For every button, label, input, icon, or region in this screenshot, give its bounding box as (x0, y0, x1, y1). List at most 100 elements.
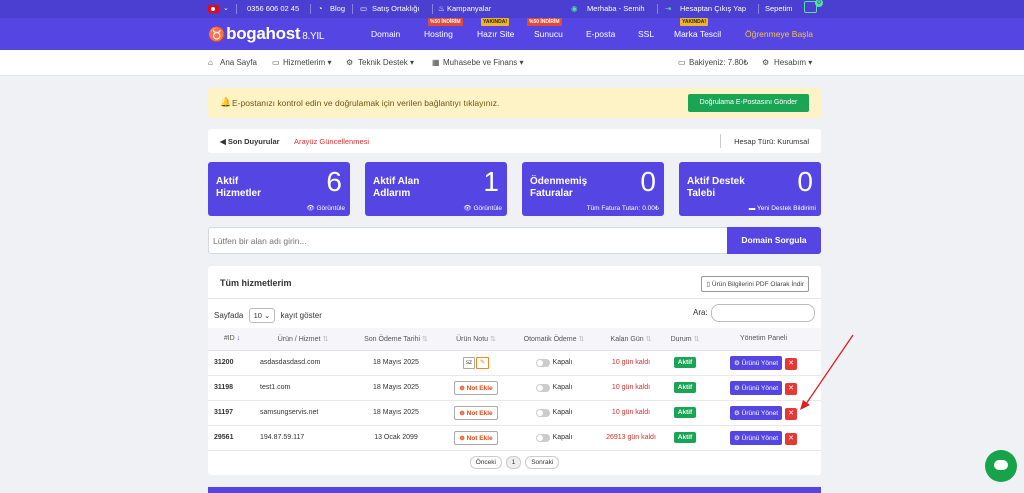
delete-icon[interactable]: ✕ (785, 407, 798, 420)
live-chat-button[interactable] (985, 450, 1017, 482)
ticket-icon: ▬ (748, 205, 757, 212)
brand-logo[interactable]: ♉bogahost 8.YIL (208, 24, 324, 44)
nav-ready-site[interactable]: Hazır Site (477, 29, 514, 39)
edit-icon[interactable]: ✎ (476, 356, 489, 369)
row-status: Aktif (664, 400, 706, 426)
card-footer-link[interactable]: 👁 Görüntüle (306, 204, 345, 212)
row-id: 31198 (208, 375, 256, 401)
col-note[interactable]: Ürün Notu ⇅ (442, 328, 510, 351)
add-note-button[interactable]: ⊕ Not Ekle (454, 430, 498, 445)
footer-edge (208, 487, 821, 493)
sort-icon: ⇅ (489, 335, 496, 343)
auto-pay-toggle[interactable] (535, 383, 550, 392)
card-number: 0 (640, 166, 656, 197)
phone-number[interactable]: 0356 606 02 45 (247, 4, 299, 13)
services-panel: Tüm hizmetlerim ▯ Ürün Bilgilerini PDF O… (208, 266, 821, 475)
blog-link[interactable]: Blog (330, 4, 345, 13)
affiliate-link[interactable]: Satış Ortaklığı (372, 4, 420, 13)
next-page-button[interactable]: Sonraki (525, 456, 560, 469)
nav-ssl[interactable]: SSL (638, 29, 654, 39)
logout-link[interactable]: Hesaptan Çıkış Yap (680, 4, 746, 13)
col-status-label: Durum (670, 335, 692, 343)
add-note-label: Not Ekle (466, 409, 493, 417)
col-auto-pay[interactable]: Otomatik Ödeme ⇅ (510, 328, 598, 351)
table-search-input[interactable] (711, 304, 815, 322)
sort-icon: ⇅ (578, 335, 585, 343)
sort-icon: ⇅ (421, 335, 428, 343)
turkey-flag-icon[interactable] (208, 5, 219, 13)
row-product: asdasdasdasd.com (256, 350, 350, 376)
divider (657, 4, 658, 14)
col-manage-label: Yönetim Paneli (739, 335, 788, 343)
card-footer-link[interactable]: 👁 Görüntüle (463, 204, 502, 212)
col-id-label: #ID (223, 335, 235, 343)
announcement-link[interactable]: Arayüz Güncellenmesi (294, 137, 369, 146)
page-size-select[interactable]: 10 ⌄ (248, 308, 276, 323)
services-label: Hizmetlerim (283, 58, 326, 67)
page-size-control: Sayfada 10 ⌄ kayıt göster (214, 308, 322, 323)
balance-link[interactable]: Bakiyeniz: 7.80₺ (689, 58, 748, 67)
plus-circle-icon: ⊕ (459, 434, 467, 442)
support-icon: ⚙ (346, 58, 354, 67)
manage-product-button[interactable]: ⚙ Ürünü Yönet (729, 430, 783, 445)
col-manage: Yönetim Paneli (706, 328, 821, 351)
chevron-down-icon[interactable]: ⌄ (223, 4, 229, 12)
divider (758, 4, 759, 14)
rss-icon: ◔ (318, 4, 323, 13)
nav-hosting[interactable]: Hosting (424, 29, 453, 39)
divider (236, 4, 237, 14)
status-badge: Aktif (673, 382, 697, 393)
discount-badge: %50 İNDİRİM (428, 18, 463, 26)
nav-email[interactable]: E-posta (586, 29, 615, 39)
auto-pay-label: Kapalı (552, 409, 573, 417)
cart-link[interactable]: Sepetim (765, 4, 793, 13)
support-tickets-card[interactable]: Aktif Destek Talebi 0 ▬ Yeni Destek Bild… (679, 162, 821, 216)
sort-icon: ⇅ (693, 335, 700, 343)
page-number-button[interactable]: 1 (505, 456, 522, 469)
home-link[interactable]: Ana Sayfa (220, 58, 257, 67)
col-id[interactable]: #ID ↓ (208, 328, 256, 351)
unpaid-invoices-card[interactable]: Ödenmemiş Faturalar 0 Tüm Fatura Tutarı:… (522, 162, 664, 216)
nav-learn[interactable]: Öğrenmeye Başla (745, 29, 813, 39)
col-product[interactable]: Ürün / Hizmet ⇅ (256, 328, 350, 351)
nav-trademark[interactable]: Marka Tescil (674, 29, 721, 39)
nav-server[interactable]: Sunucu (534, 29, 563, 39)
auto-pay-label: Kapalı (552, 384, 573, 392)
prev-page-button[interactable]: Önceki (469, 456, 502, 469)
card-footer-link[interactable]: ▬ Yeni Destek Bildirimi (749, 205, 816, 212)
col-status[interactable]: Durum ⇅ (664, 328, 706, 351)
eye-icon: 👁 (306, 205, 317, 212)
manage-product-button[interactable]: ⚙ Ürünü Yönet (729, 355, 783, 370)
delete-icon[interactable]: ✕ (785, 382, 798, 395)
row-product: samsungservis.net (256, 400, 350, 426)
domain-search-button[interactable]: Domain Sorgula (727, 227, 821, 254)
auto-pay-toggle[interactable] (535, 433, 550, 442)
pdf-download-button[interactable]: ▯ Ürün Bilgilerini PDF Olarak İndir (701, 276, 809, 292)
delete-icon[interactable]: ✕ (785, 357, 798, 370)
col-remaining[interactable]: Kalan Gün ⇅ (598, 328, 664, 351)
add-note-button[interactable]: ⊕ Not Ekle (454, 405, 498, 420)
active-services-card[interactable]: Aktif Hizmetler 6 👁 Görüntüle (208, 162, 350, 216)
services-menu[interactable]: Hizmetlerim ▾ (283, 58, 331, 67)
logout-icon: ⇥ (665, 4, 672, 13)
send-verification-button[interactable]: Doğrulama E-Postasını Gönder (688, 94, 809, 112)
row-note: ⊕ Not Ekle (442, 400, 510, 426)
add-note-button[interactable]: ⊕ Not Ekle (454, 380, 498, 395)
campaigns-link[interactable]: Kampanyalar (447, 4, 491, 13)
col-due[interactable]: Son Ödeme Tarihi ⇅ (350, 328, 442, 351)
delete-icon[interactable]: ✕ (785, 432, 798, 445)
account-menu[interactable]: Hesabım ▾ (774, 58, 812, 67)
gear-icon: ⚙ (733, 434, 742, 442)
support-menu[interactable]: Teknik Destek ▾ (358, 58, 414, 67)
brand-name: bogahost (226, 24, 301, 43)
nav-domain[interactable]: Domain (371, 29, 400, 39)
row-manage: ⚙ Ürünü Yönet ✕ (706, 425, 821, 451)
auto-pay-toggle[interactable] (535, 358, 550, 367)
active-domains-card[interactable]: Aktif Alan Adlarım 1 👁 Görüntüle (365, 162, 507, 216)
manage-product-button[interactable]: ⚙ Ürünü Yönet (729, 380, 783, 395)
finance-menu[interactable]: Muhasebe ve Finans ▾ (443, 58, 524, 67)
domain-search-input[interactable] (213, 232, 723, 250)
auto-pay-toggle[interactable] (535, 408, 550, 417)
row-remaining: 10 gün kaldı (598, 350, 664, 376)
manage-product-button[interactable]: ⚙ Ürünü Yönet (729, 405, 783, 420)
